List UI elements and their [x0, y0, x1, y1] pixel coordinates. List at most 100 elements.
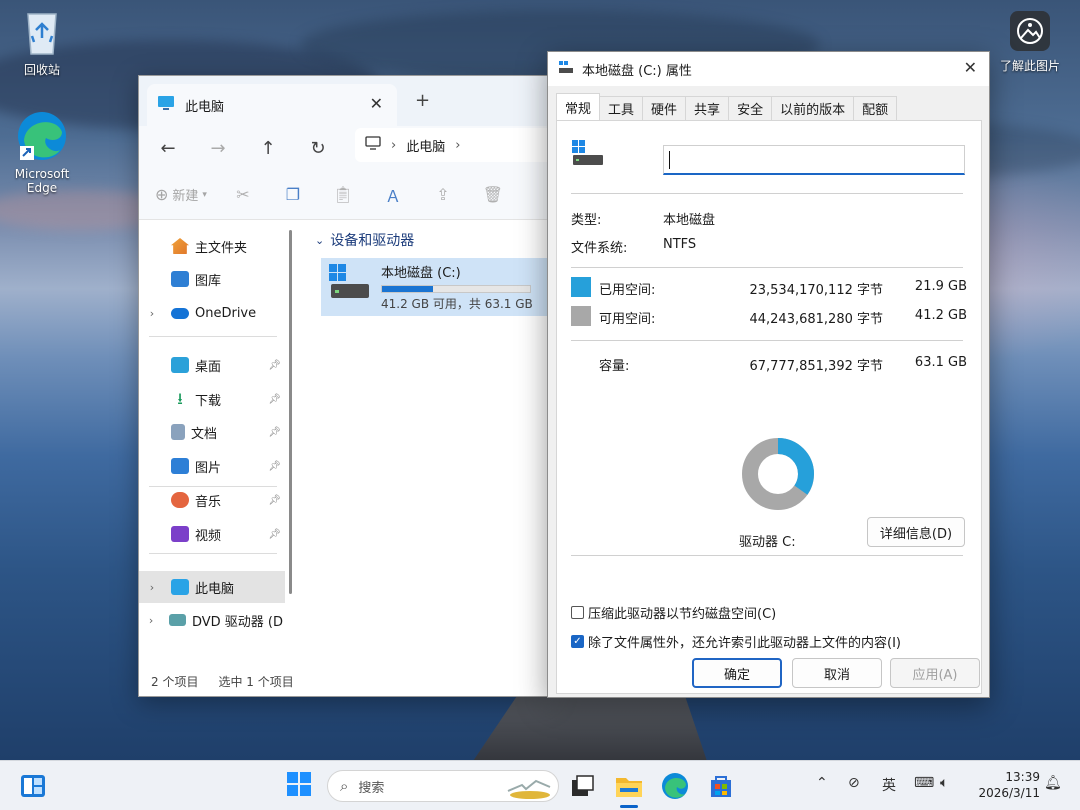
item-count: 2 个项目: [151, 674, 199, 689]
new-tab-icon[interactable]: +: [415, 90, 430, 111]
file-explorer-window: 此电脑 ✕ + ← → ↑ ↻ › 此电脑 › ⊕ 新建 ▾ ✂ ❐ 📋︎ Ａ …: [138, 75, 550, 697]
drive-free-text: 41.2 GB 可用，共 63.1 GB: [381, 297, 533, 311]
sidebar-item-label: 图库: [195, 273, 222, 289]
delete-icon[interactable]: 🗑︎: [479, 185, 507, 204]
address-segment[interactable]: 此电脑: [406, 136, 445, 155]
chevron-right-icon[interactable]: ›: [139, 614, 163, 627]
sidebar-item-label: 视频: [195, 528, 222, 544]
file-explorer-taskbar-icon[interactable]: [612, 769, 646, 803]
chevron-right-icon[interactable]: ›: [139, 307, 165, 320]
pin-icon[interactable]: 📌︎: [268, 360, 281, 371]
tab-quota[interactable]: 配额: [853, 96, 898, 120]
devices-group-header[interactable]: ⌄ 设备和驱动器: [315, 230, 414, 250]
index-checkbox-row[interactable]: ✓ 除了文件属性外，还允许索引此驱动器上文件的内容(I): [571, 632, 901, 651]
back-arrow-icon[interactable]: ←: [153, 138, 183, 159]
used-space-bytes: 23,534,170,112 字节: [749, 283, 883, 298]
sidebar-item-home[interactable]: 主文件夹: [139, 230, 285, 262]
sidebar-item-downloads[interactable]: ⭳ 下载 📌︎: [139, 383, 285, 415]
volume-name-input[interactable]: [663, 145, 965, 175]
task-view-icon[interactable]: [566, 769, 600, 803]
this-pc-icon: [171, 579, 189, 595]
sidebar-item-music[interactable]: 音乐 📌︎: [139, 484, 285, 516]
address-bar[interactable]: › 此电脑 ›: [355, 128, 549, 162]
pin-icon[interactable]: 📌︎: [268, 427, 281, 438]
sidebar-item-label: DVD 驱动器 (D: [191, 614, 283, 630]
sidebar-item-label: 文档: [191, 426, 218, 442]
apply-button[interactable]: 应用(A): [890, 658, 980, 688]
share-icon[interactable]: ⇪: [429, 185, 457, 204]
clock[interactable]: 13:39 2026/3/11: [968, 769, 1040, 801]
sidebar-item-videos[interactable]: 视频 📌︎: [139, 518, 285, 550]
index-checkbox[interactable]: ✓: [571, 635, 584, 648]
close-tab-icon[interactable]: ✕: [370, 94, 383, 113]
edge-taskbar-icon[interactable]: [658, 769, 692, 803]
start-button[interactable]: [282, 769, 316, 803]
tab-sharing[interactable]: 共享: [685, 96, 730, 120]
volume-icon[interactable]: 🔈︎: [940, 775, 948, 791]
rename-icon[interactable]: Ａ: [379, 183, 407, 207]
compress-checkbox[interactable]: [571, 606, 584, 619]
notification-icon[interactable]: 🔔︎: [1044, 775, 1062, 791]
chevron-right-icon[interactable]: ›: [455, 138, 460, 153]
taskbar-search[interactable]: ⌕ 搜索: [327, 770, 559, 802]
store-taskbar-icon[interactable]: [704, 769, 738, 803]
sidebar-item-pictures[interactable]: 图片 📌︎: [139, 450, 285, 482]
tab-general[interactable]: 常规: [556, 93, 601, 120]
sidebar-item-this-pc[interactable]: › 此电脑: [139, 571, 285, 603]
learn-image-shortcut[interactable]: 了解此图片: [990, 10, 1070, 74]
sidebar-item-documents[interactable]: 文档 📌︎: [139, 416, 285, 448]
chevron-right-icon[interactable]: ›: [139, 581, 165, 594]
close-icon[interactable]: ✕: [964, 58, 977, 77]
learn-about-picture-icon: [990, 10, 1070, 55]
tab-hardware[interactable]: 硬件: [642, 96, 687, 120]
music-icon: [171, 492, 189, 508]
tab-tools[interactable]: 工具: [599, 96, 644, 120]
gallery-icon: [171, 271, 189, 287]
cancel-button[interactable]: 取消: [792, 658, 882, 688]
drive-c-item[interactable]: 本地磁盘 (C:) 41.2 GB 可用，共 63.1 GB: [321, 258, 549, 316]
edge-shortcut[interactable]: Microsoft Edge: [2, 110, 82, 195]
widgets-icon[interactable]: [16, 769, 50, 803]
clock-time: 13:39: [1005, 770, 1040, 784]
forward-arrow-icon[interactable]: →: [203, 138, 233, 159]
sidebar-item-desktop[interactable]: 桌面 📌︎: [139, 349, 285, 381]
index-label: 除了文件属性外，还允许索引此驱动器上文件的内容(I): [588, 636, 901, 651]
sidebar-item-gallery[interactable]: 图库: [139, 263, 285, 295]
type-value: 本地磁盘: [663, 213, 716, 228]
tab-previous-versions[interactable]: 以前的版本: [771, 96, 855, 120]
drive-name: 本地磁盘 (C:): [381, 266, 461, 281]
cut-icon[interactable]: ✂: [229, 185, 257, 204]
group-title: 设备和驱动器: [330, 233, 415, 249]
sidebar-scrollbar[interactable]: [289, 230, 292, 594]
filesystem-value: NTFS: [663, 237, 697, 252]
ime-settings-icon[interactable]: ⌨: [914, 775, 934, 791]
general-tab-panel: 类型: 本地磁盘 文件系统: NTFS 已用空间: 23,534,170,112…: [556, 120, 982, 694]
chevron-up-icon[interactable]: ⌃: [816, 775, 828, 791]
pin-icon[interactable]: 📌︎: [268, 461, 281, 472]
recycle-bin-shortcut[interactable]: 回收站: [2, 8, 82, 78]
sidebar-item-onedrive[interactable]: › OneDrive: [139, 297, 285, 329]
network-disconnected-icon[interactable]: ⊘: [848, 775, 860, 791]
navigation-pane: 主文件夹 图库 › OneDrive 桌面 📌︎ ⭳ 下载 📌︎ 文档 📌︎ 图…: [139, 220, 299, 676]
active-app-indicator: [620, 805, 638, 808]
details-button[interactable]: 详细信息(D): [867, 517, 965, 547]
windows-start-icon: [287, 772, 311, 800]
up-arrow-icon[interactable]: ↑: [253, 138, 283, 159]
input-method[interactable]: 英: [882, 775, 896, 795]
compress-checkbox-row[interactable]: 压缩此驱动器以节约磁盘空间(C): [571, 603, 776, 622]
used-space-swatch: [571, 277, 591, 297]
copy-icon[interactable]: ❐: [279, 185, 307, 204]
tab-security[interactable]: 安全: [728, 96, 773, 120]
refresh-icon[interactable]: ↻: [303, 138, 333, 159]
pin-icon[interactable]: 📌︎: [268, 529, 281, 540]
clock-date: 2026/3/11: [978, 786, 1040, 800]
sidebar-item-dvd-drive[interactable]: › DVD 驱动器 (D: [139, 604, 285, 636]
ok-button[interactable]: 确定: [692, 658, 782, 688]
pin-icon[interactable]: 📌︎: [268, 394, 281, 405]
paste-icon[interactable]: 📋︎: [329, 185, 357, 204]
pin-icon[interactable]: 📌︎: [268, 495, 281, 506]
new-button[interactable]: ⊕ 新建 ▾: [155, 185, 207, 204]
disk-usage-donut: [742, 438, 814, 510]
text-caret: [669, 151, 670, 169]
tab-this-pc[interactable]: 此电脑 ✕: [147, 84, 397, 126]
